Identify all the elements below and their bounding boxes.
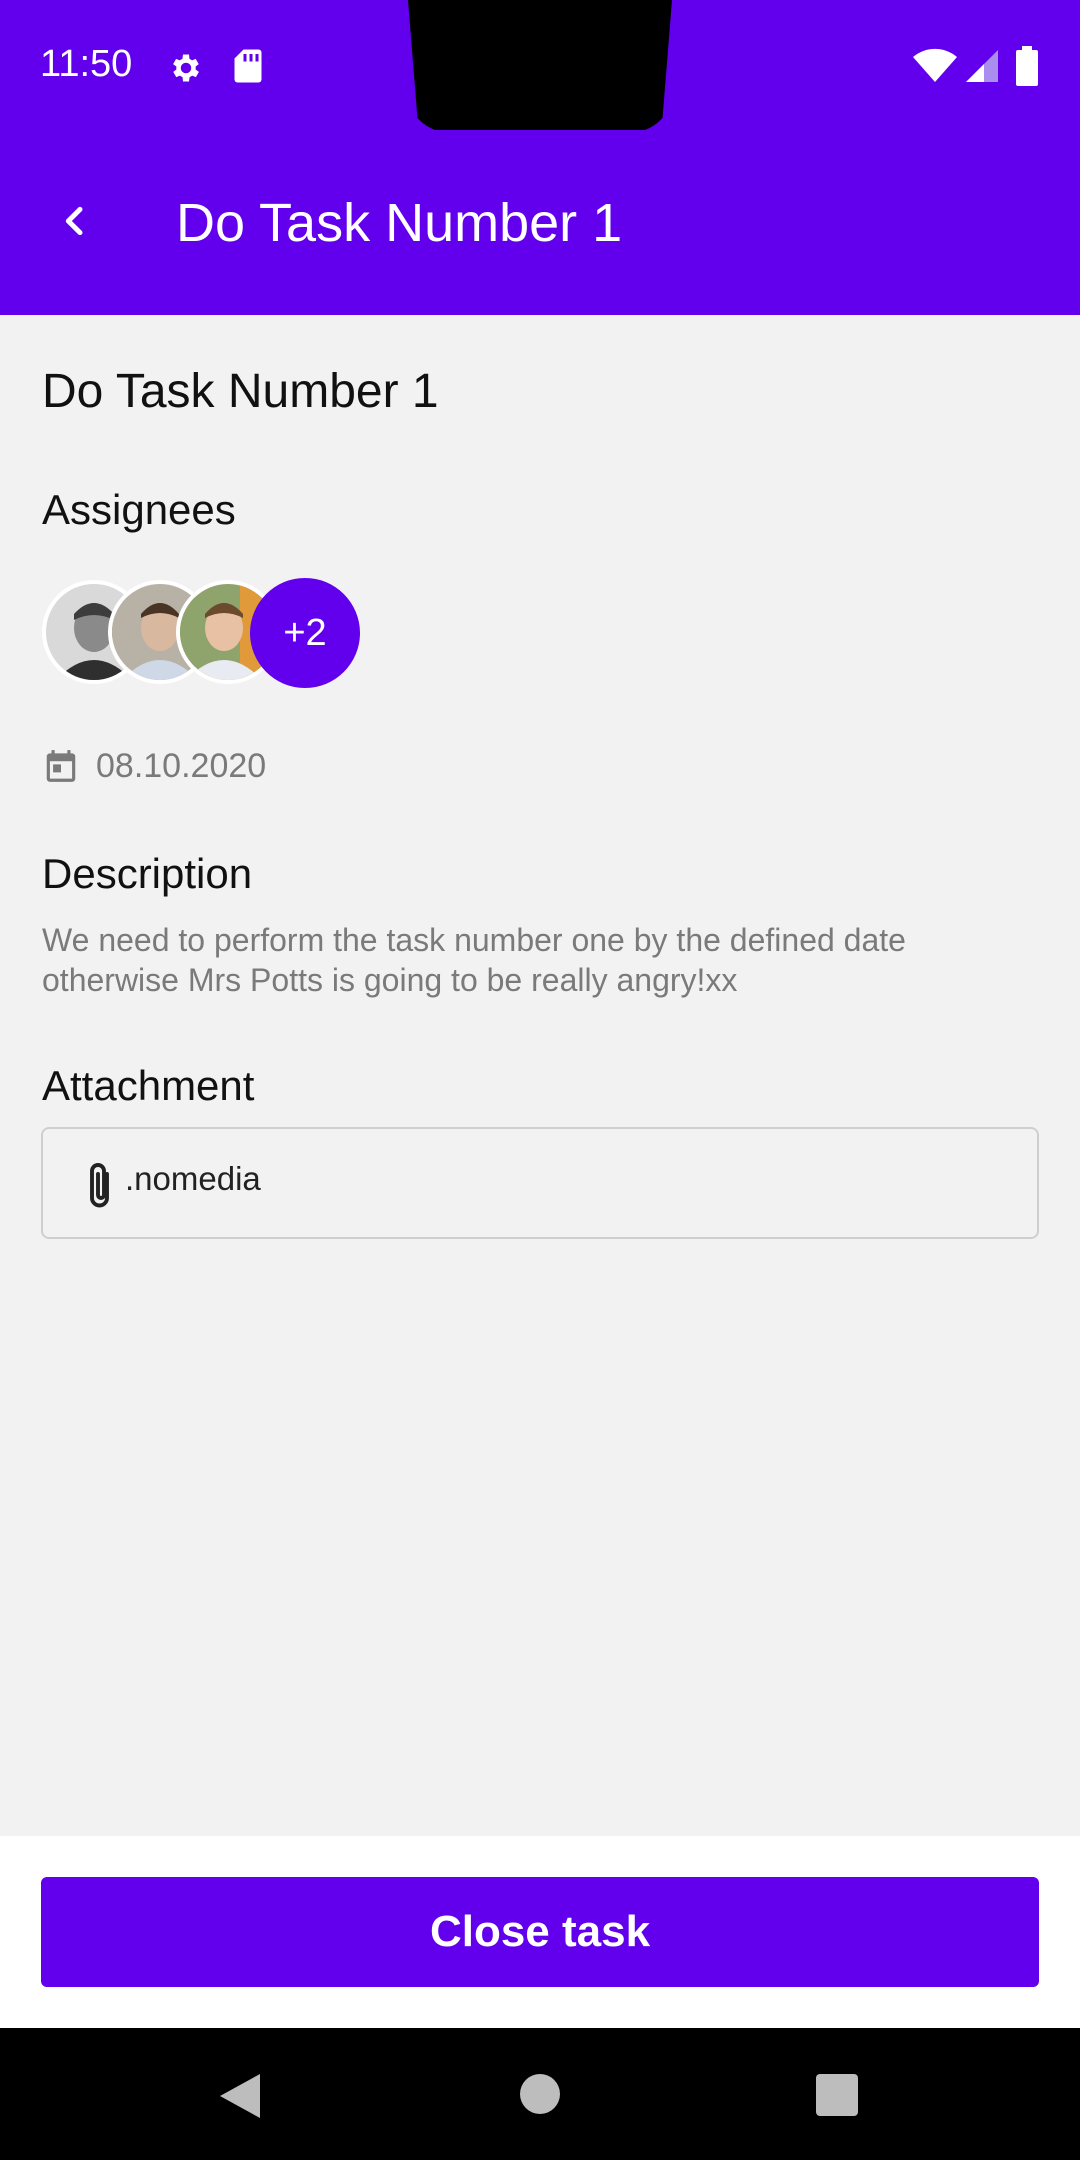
battery-icon	[1016, 46, 1038, 86]
nav-recents-icon[interactable]	[816, 2074, 858, 2116]
nav-back-icon[interactable]	[218, 2072, 262, 2120]
paperclip-icon	[90, 1163, 109, 1208]
close-task-button[interactable]: Close task	[41, 1877, 1039, 1987]
calendar-icon	[46, 750, 76, 782]
status-bar: 11:50	[0, 0, 1080, 132]
due-date-row: 08.10.2020	[42, 744, 266, 788]
more-assignees-badge[interactable]: +2	[250, 578, 360, 688]
task-title: Do Task Number 1	[42, 365, 439, 418]
sd-card-icon	[234, 49, 262, 83]
settings-icon	[173, 54, 199, 82]
assignees-heading: Assignees	[42, 486, 236, 533]
assignee-avatars[interactable]: +2	[42, 578, 382, 690]
back-button[interactable]	[40, 186, 110, 256]
camera-notch	[408, 0, 672, 132]
due-date: 08.10.2020	[96, 746, 267, 785]
app-bar: Do Task Number 1	[0, 130, 1080, 315]
signal-icon	[966, 50, 998, 82]
app-bar-title: Do Task Number 1	[176, 193, 623, 253]
wifi-icon	[913, 48, 957, 82]
system-nav-bar	[0, 2028, 1080, 2160]
chevron-left-icon	[65, 206, 83, 236]
attachment-filename: .nomedia	[125, 1160, 261, 1197]
attachment-item[interactable]: .nomedia	[41, 1127, 1039, 1239]
bottom-action-panel: Close task	[0, 1836, 1080, 2028]
description-text: We need to perform the task number one b…	[42, 922, 906, 998]
status-time: 11:50	[40, 43, 133, 85]
description-heading: Description	[42, 850, 253, 897]
attachment-heading: Attachment	[42, 1062, 255, 1109]
nav-home-icon[interactable]	[520, 2074, 560, 2114]
